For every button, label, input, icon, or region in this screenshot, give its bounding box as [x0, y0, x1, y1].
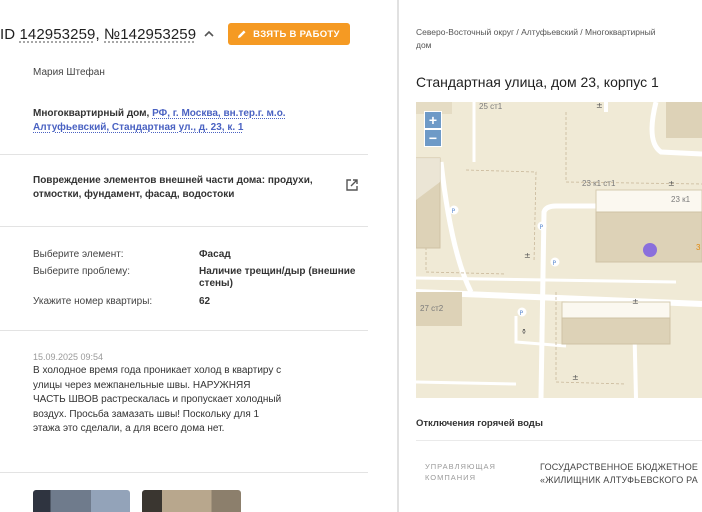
photo-thumbnail[interactable]: [142, 490, 241, 512]
field-value-problem: Наличие трещин/дыр (внешние стены): [199, 266, 356, 289]
field-label-problem: Выберите проблему:: [33, 266, 130, 277]
map-label: 23 к1 ст1: [582, 179, 616, 188]
field-value-element: Фасад: [199, 249, 231, 260]
svg-text:±: ±: [524, 251, 531, 260]
request-address: Многоквартирный дом, РФ, г. Москва, вн.т…: [33, 108, 286, 133]
svg-text:P: P: [520, 310, 524, 317]
open-external-icon[interactable]: [345, 178, 359, 192]
divider: [0, 226, 368, 227]
take-to-work-label: ВЗЯТЬ В РАБОТУ: [253, 28, 340, 40]
photo-thumbnail[interactable]: [33, 490, 130, 512]
request-number-link[interactable]: №142953259: [104, 26, 196, 43]
comment-text: В холодное время года проникает холод в …: [33, 365, 282, 434]
chevron-up-icon[interactable]: [202, 27, 216, 41]
svg-text:±: ±: [572, 373, 579, 382]
author-name: Мария Штефан: [33, 67, 105, 78]
map-label: 27 ст2: [420, 304, 444, 313]
map-canvas: ± ± ± ± ± ⚱ P P P P: [416, 102, 702, 398]
address-title: Стандартная улица, дом 23, корпус 1: [416, 74, 659, 90]
take-to-work-button[interactable]: ВЗЯТЬ В РАБОТУ: [228, 23, 350, 45]
map[interactable]: ± ± ± ± ± ⚱ P P P P 25 ст1 23 к1 ст1 23 …: [416, 102, 702, 398]
management-company-label: УПРАВЛЯЮЩАЯ КОМПАНИЯ: [425, 462, 496, 482]
divider: [0, 330, 368, 331]
breadcrumb: Северо-Восточный округ / Алтуфьевский / …: [416, 27, 656, 50]
request-category: Повреждение элементов внешней части дома…: [33, 175, 313, 200]
request-header: ID 142953259, №142953259 ВЗЯТЬ В РАБОТУ: [0, 22, 350, 46]
svg-text:P: P: [452, 208, 456, 215]
location-panel: Северо-Восточный округ / Алтуфьевский / …: [399, 0, 702, 512]
zoom-in-button[interactable]: +: [424, 111, 442, 129]
svg-text:±: ±: [668, 179, 675, 188]
svg-text:±: ±: [596, 102, 603, 110]
field-label-apartment: Укажите номер квартиры:: [33, 296, 153, 307]
pencil-icon: [238, 30, 246, 38]
management-company-value: ГОСУДАРСТВЕННОЕ БЮДЖЕТНОЕ «ЖИЛИЩНИК АЛТУ…: [540, 462, 699, 485]
zoom-out-button[interactable]: −: [424, 129, 442, 147]
zoom-controls: + −: [424, 111, 442, 147]
map-label: 3: [696, 243, 701, 252]
map-label: 23 к1: [671, 195, 691, 204]
svg-text:P: P: [540, 224, 544, 231]
svg-text:P: P: [553, 260, 557, 267]
hot-water-outages-title: Отключения горячей воды: [416, 418, 543, 429]
request-panel: ID 142953259, №142953259 ВЗЯТЬ В РАБОТУ …: [0, 0, 397, 512]
map-label: 25 ст1: [479, 102, 503, 111]
request-id-link[interactable]: 142953259: [19, 26, 95, 43]
field-value-apartment: 62: [199, 296, 211, 307]
divider: [416, 440, 702, 441]
svg-text:±: ±: [632, 297, 639, 306]
divider: [0, 472, 368, 473]
request-ids[interactable]: ID 142953259, №142953259: [0, 26, 196, 43]
comment-date: 15.09.2025 09:54: [33, 352, 104, 362]
divider: [0, 154, 368, 155]
field-label-element: Выберите элемент:: [33, 249, 124, 260]
svg-text:⚱: ⚱: [521, 328, 527, 336]
